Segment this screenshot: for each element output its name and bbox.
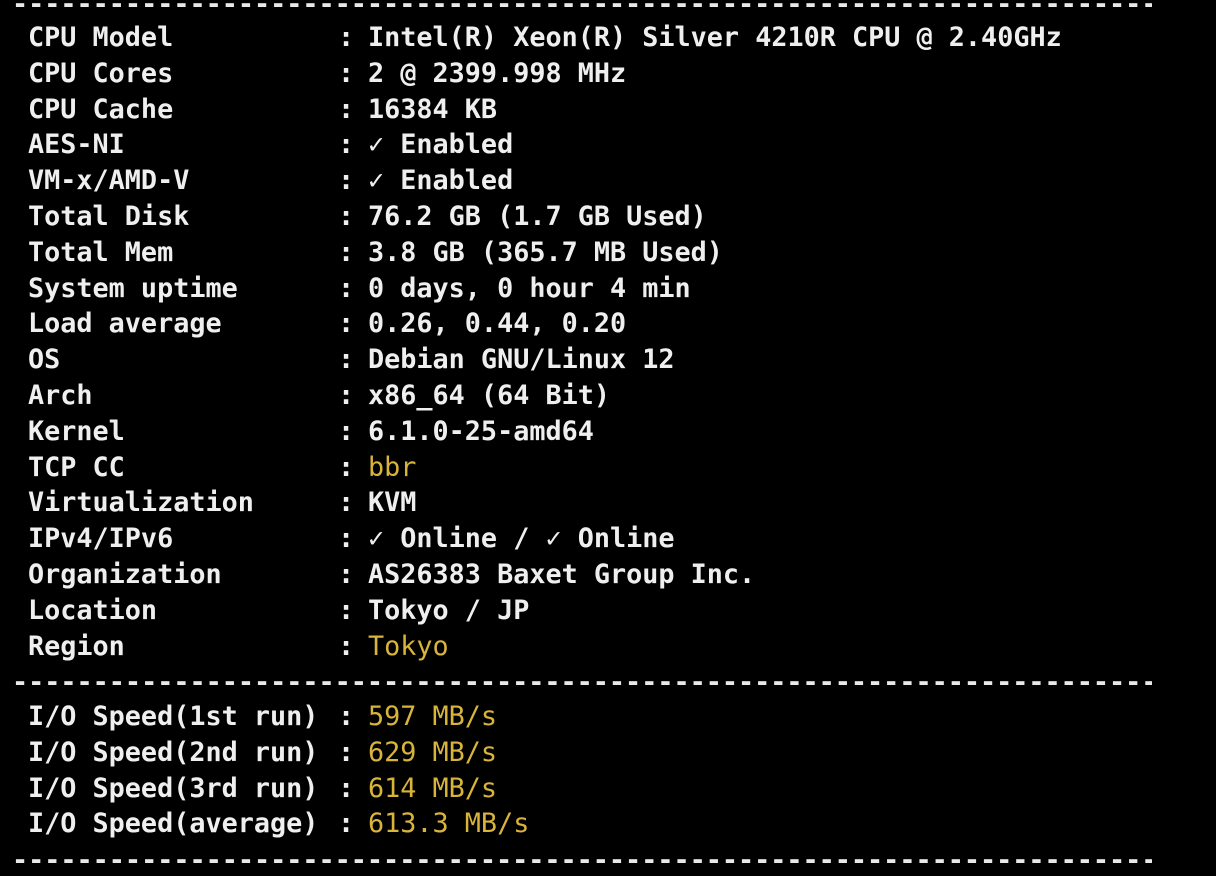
row-value: Intel(R) Xeon(R) Silver 4210R CPU @ 2.40… xyxy=(368,22,1062,53)
row-colon: : xyxy=(338,344,355,376)
row-value: 16384 KB xyxy=(368,93,498,125)
row-colon: : xyxy=(338,594,355,626)
info-row: Location: Tokyo / JP xyxy=(28,593,1208,629)
row-value: 0.26, 0.44, 0.20 xyxy=(368,308,627,340)
info-row: TCP CC: bbr xyxy=(28,450,1208,486)
row-label: AES-NI xyxy=(28,129,125,161)
row-value: ✓ Enabled xyxy=(368,165,514,197)
row-label: Load average xyxy=(28,308,222,340)
row-colon: : xyxy=(338,487,355,519)
terminal-window[interactable]: ----------------------------------------… xyxy=(0,0,1216,876)
info-row: Region: Tokyo xyxy=(28,629,1208,665)
info-row: Total Disk:76.2 GB (1.7 GB Used) xyxy=(28,199,1208,235)
row-colon: : xyxy=(338,93,355,125)
info-row: VM-x/AMD-V: ✓ Enabled xyxy=(28,163,1208,199)
row-value: Tokyo / JP xyxy=(368,594,530,626)
row-label: IPv4/IPv6 xyxy=(28,523,174,555)
row-colon: : xyxy=(338,630,355,662)
info-row: Arch: x86_64 (64 Bit) xyxy=(28,378,1208,414)
row-value: 629 MB/s xyxy=(368,736,498,768)
row-colon: : xyxy=(338,808,355,840)
row-label: CPU Cache xyxy=(28,93,174,125)
info-row: CPU Model: Intel(R) Xeon(R) Silver 4210R … xyxy=(28,20,1208,56)
row-label: Total Mem xyxy=(28,236,174,268)
info-row: IPv4/IPv6: ✓ Online / ✓ Online xyxy=(28,521,1208,557)
row-label: System uptime xyxy=(28,272,238,304)
row-value: ✓ Enabled xyxy=(368,129,514,161)
row-label: VM-x/AMD-V xyxy=(28,165,190,197)
info-row: CPU Cache:16384 KB xyxy=(28,92,1208,128)
row-label: Virtualization xyxy=(28,487,254,519)
row-label: Kernel xyxy=(28,415,125,447)
row-colon: : xyxy=(338,523,355,555)
info-row: CPU Cores:2 @ 2399.998 MHz xyxy=(28,56,1208,92)
io-speed-row: I/O Speed(2nd run):629 MB/s xyxy=(28,735,1208,771)
info-row: OS: Debian GNU/Linux 12 xyxy=(28,342,1208,378)
row-value: Debian GNU/Linux 12 xyxy=(368,344,675,376)
row-colon: : xyxy=(338,701,355,732)
row-label: Location xyxy=(28,594,158,626)
info-row: Virtualization: KVM xyxy=(28,485,1208,521)
row-value: 613.3 MB/s xyxy=(368,808,530,840)
row-colon: : xyxy=(338,308,355,340)
row-colon: : xyxy=(338,129,355,161)
row-value: AS26383 Baxet Group Inc. xyxy=(368,559,756,590)
info-row: Total Mem:3.8 GB (365.7 MB Used) xyxy=(28,235,1208,271)
row-colon: : xyxy=(338,736,355,768)
row-label: OS xyxy=(28,344,61,376)
row-value: KVM xyxy=(368,487,417,519)
row-label: Arch xyxy=(28,380,93,411)
row-colon: : xyxy=(338,272,355,304)
row-colon: : xyxy=(338,559,355,590)
info-row: Load average:0.26, 0.44, 0.20 xyxy=(28,306,1208,342)
row-value: 76.2 GB (1.7 GB Used) xyxy=(368,201,707,232)
separator-line-middle: ----------------------------------------… xyxy=(12,668,1152,698)
row-label: I/O Speed(2nd run) xyxy=(28,736,319,768)
row-value: x86_64 (64 Bit) xyxy=(368,380,610,411)
row-value: 3.8 GB (365.7 MB Used) xyxy=(368,236,723,268)
info-row: Organization: AS26383 Baxet Group Inc. xyxy=(28,557,1208,593)
separator-line-top: ----------------------------------------… xyxy=(12,0,1152,20)
row-label: I/O Speed(3rd run) xyxy=(28,772,319,804)
separator-line-bottom: ----------------------------------------… xyxy=(12,846,1152,876)
row-colon: : xyxy=(338,22,355,53)
info-row: Kernel:6.1.0-25-amd64 xyxy=(28,414,1208,450)
row-label: I/O Speed(1st run) xyxy=(28,701,319,732)
row-value: bbr xyxy=(368,451,417,483)
info-row: AES-NI: ✓ Enabled xyxy=(28,127,1208,163)
info-row: System uptime:0 days, 0 hour 4 min xyxy=(28,271,1208,307)
row-colon: : xyxy=(338,415,355,447)
row-value: 0 days, 0 hour 4 min xyxy=(368,272,691,304)
row-label: TCP CC xyxy=(28,451,125,483)
row-colon: : xyxy=(338,236,355,268)
row-value: 2 @ 2399.998 MHz xyxy=(368,57,627,89)
row-colon: : xyxy=(338,772,355,804)
row-colon: : xyxy=(338,451,355,483)
row-value: 614 MB/s xyxy=(368,772,498,804)
row-label: CPU Model xyxy=(28,22,174,53)
io-speed-row: I/O Speed(average):613.3 MB/s xyxy=(28,806,1208,842)
row-value: 6.1.0-25-amd64 xyxy=(368,415,594,447)
io-speed-row: I/O Speed(1st run):597 MB/s xyxy=(28,699,1208,735)
row-value: ✓ Online / ✓ Online xyxy=(368,523,675,555)
row-label: Organization xyxy=(28,559,222,590)
row-label: I/O Speed(average) xyxy=(28,808,319,840)
row-colon: : xyxy=(338,165,355,197)
row-value: 597 MB/s xyxy=(368,701,498,732)
row-value: Tokyo xyxy=(368,630,449,662)
row-colon: : xyxy=(338,380,355,411)
row-colon: : xyxy=(338,201,355,232)
row-label: CPU Cores xyxy=(28,57,174,89)
row-label: Total Disk xyxy=(28,201,190,232)
row-label: Region xyxy=(28,630,125,662)
row-colon: : xyxy=(338,57,355,89)
io-speed-row: I/O Speed(3rd run):614 MB/s xyxy=(28,771,1208,807)
